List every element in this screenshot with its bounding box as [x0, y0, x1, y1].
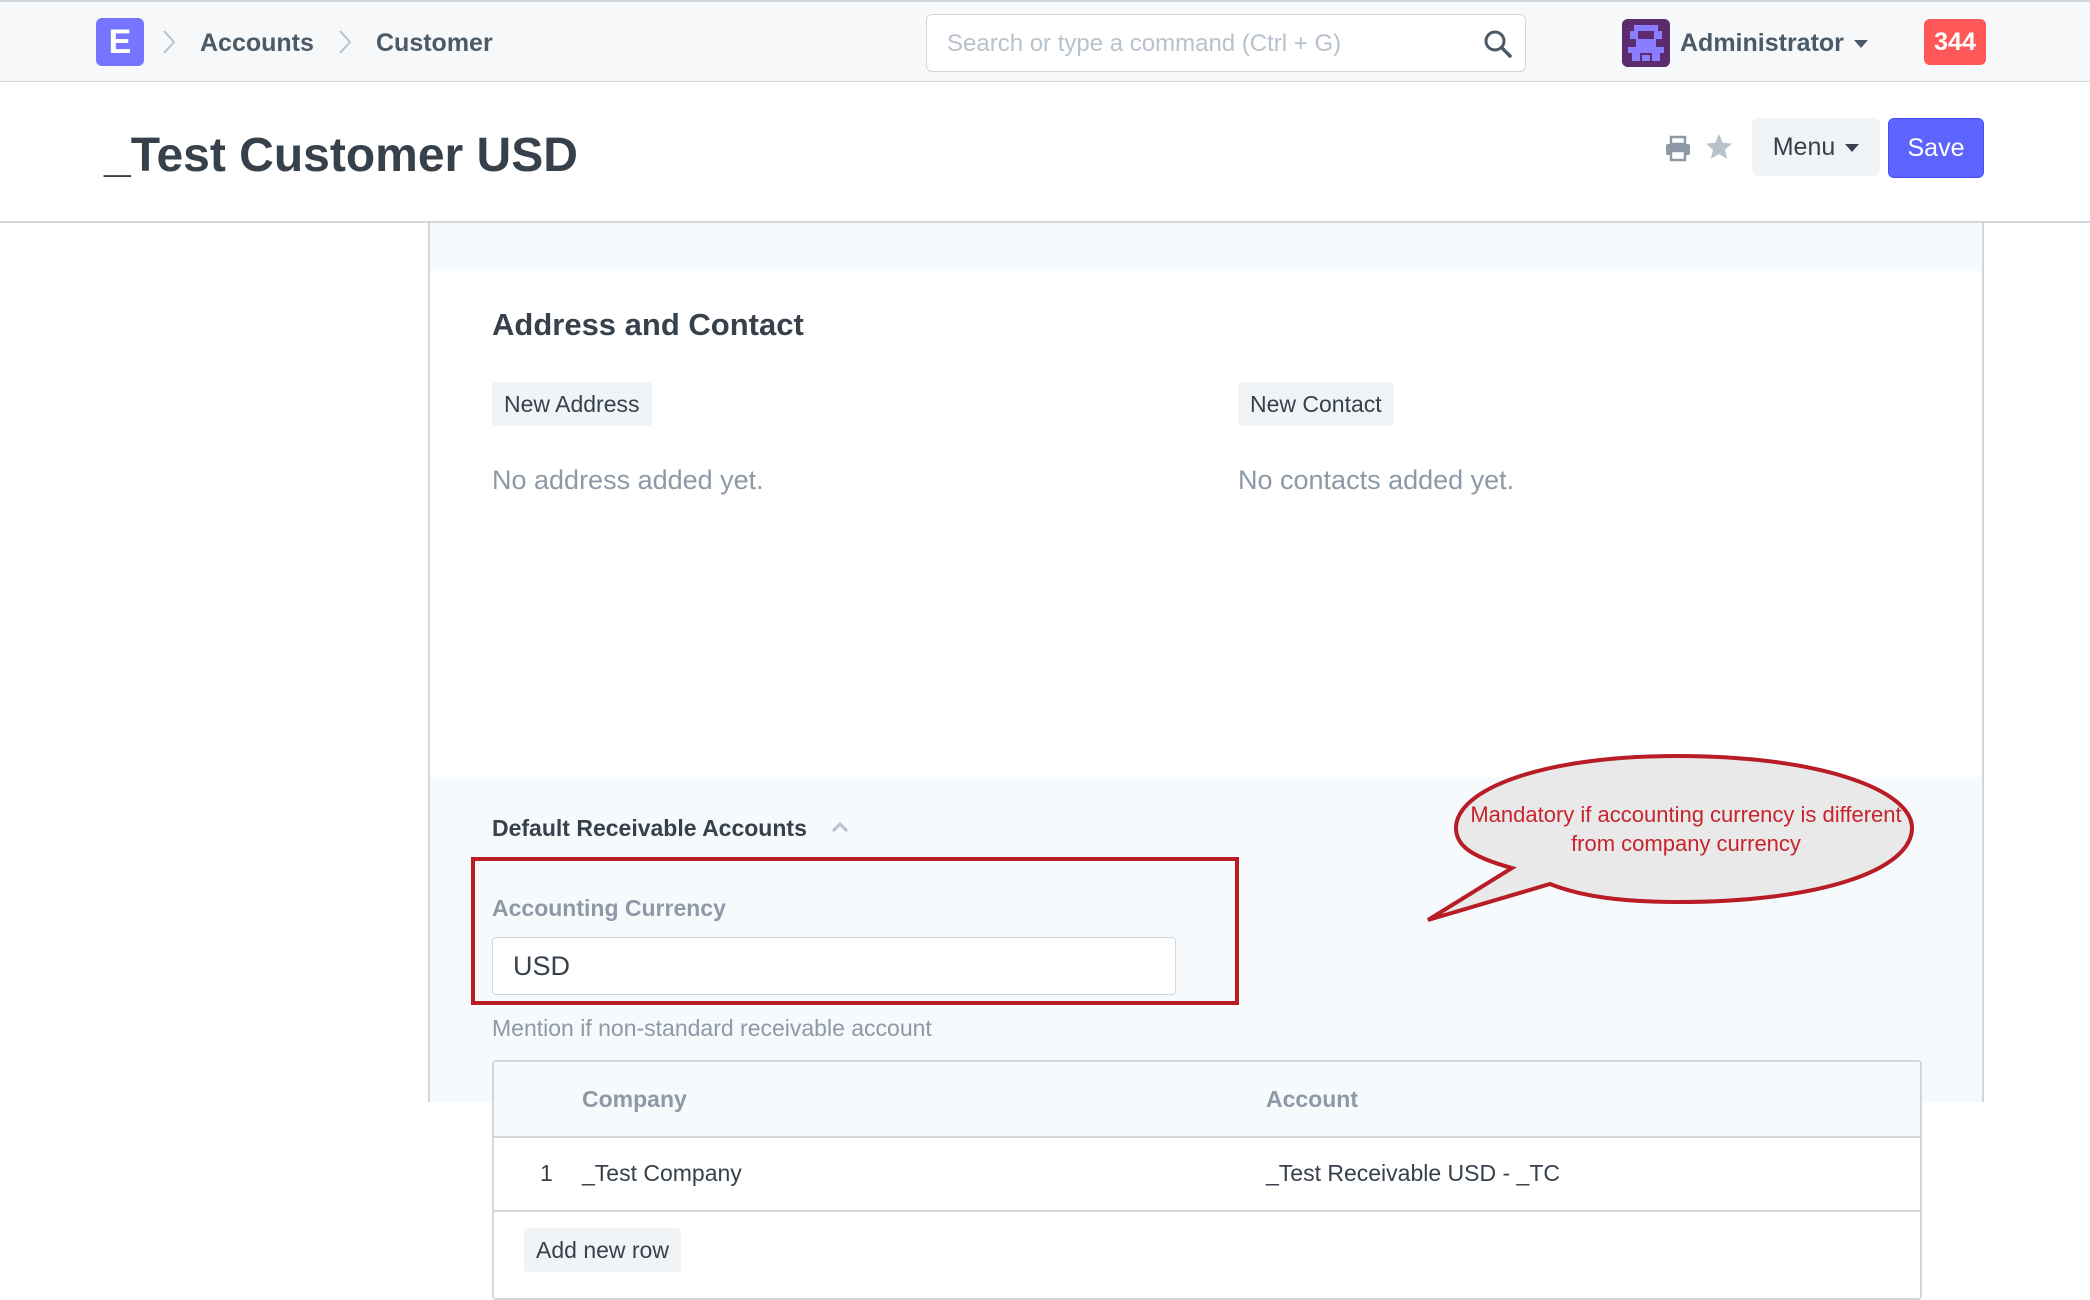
search-icon[interactable] [1483, 29, 1513, 59]
breadcrumb-accounts[interactable]: Accounts [200, 27, 314, 59]
form-layout: Address and Contact New Address New Cont… [428, 223, 1984, 1300]
address-contact-section: Address and Contact New Address New Cont… [430, 271, 1982, 777]
accounts-table: Company Account 1 _Test Company _Test Re… [492, 1060, 1922, 1300]
table-row[interactable]: 1 _Test Company _Test Receivable USD - _… [494, 1138, 1920, 1212]
chevron-right-icon [163, 30, 176, 54]
page-head: _Test Customer USD Menu Save [0, 82, 2090, 223]
no-contact-text: No contacts added yet. [1238, 465, 1515, 495]
printer-icon[interactable] [1664, 134, 1692, 162]
accounting-currency-label: Accounting Currency [492, 895, 726, 921]
navbar: E Accounts Customer Administrator 344 [0, 0, 2090, 82]
row-index: 1 [540, 1160, 553, 1186]
accounting-currency-field[interactable]: USD [492, 937, 1176, 995]
user-name: Administrator [1680, 29, 1844, 57]
column-header-company: Company [582, 1086, 687, 1112]
new-contact-button[interactable]: New Contact [1238, 382, 1394, 426]
search-bar [926, 14, 1526, 72]
no-address-text: No address added yet. [492, 465, 764, 495]
section-title-address-contact: Address and Contact [492, 307, 804, 342]
breadcrumb-customer[interactable]: Customer [376, 27, 493, 59]
annotation-text: Mandatory if accounting currency is diff… [1470, 802, 1902, 856]
search-input[interactable] [945, 25, 1469, 63]
table-header: Company Account [494, 1062, 1920, 1138]
add-new-row-button[interactable]: Add new row [524, 1228, 681, 1272]
user-avatar[interactable] [1622, 19, 1670, 67]
caret-down-icon [1845, 144, 1860, 153]
cell-account[interactable]: _Test Receivable USD - _TC [1266, 1158, 1560, 1188]
cell-company[interactable]: _Test Company [582, 1158, 742, 1188]
chevron-up-icon[interactable] [830, 817, 850, 837]
save-button[interactable]: Save [1888, 118, 1984, 178]
new-address-button[interactable]: New Address [492, 382, 652, 426]
page-title: _Test Customer USD [104, 129, 578, 182]
star-icon[interactable] [1704, 132, 1734, 162]
menu-button-label: Menu [1772, 133, 1836, 161]
chevron-right-icon [339, 30, 352, 54]
user-menu[interactable]: Administrator [1680, 27, 1868, 59]
menu-button[interactable]: Menu [1752, 118, 1880, 176]
section-title-receivable-accounts[interactable]: Default Receivable Accounts [492, 813, 807, 843]
notification-badge[interactable]: 344 [1924, 19, 1986, 65]
column-header-account: Account [1266, 1086, 1358, 1112]
help-text: Mention if non-standard receivable accou… [492, 1015, 932, 1041]
avatar-icon [1622, 19, 1670, 67]
caret-down-icon [1853, 40, 1868, 49]
app-logo[interactable]: E [96, 18, 144, 66]
